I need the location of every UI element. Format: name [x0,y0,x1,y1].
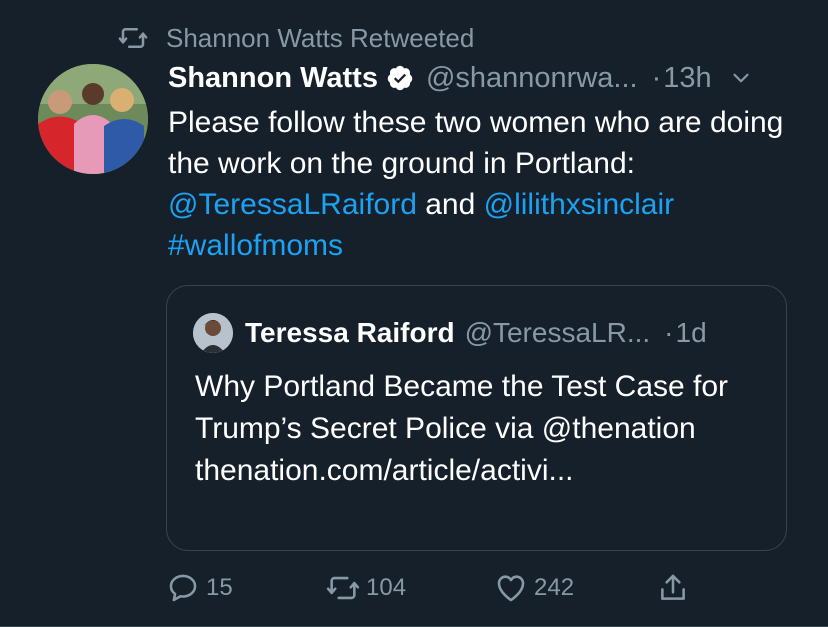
like-count: 242 [534,574,575,601]
quoted-author-name: Teressa Raiford [245,317,455,348]
author-name[interactable]: Shannon Watts [168,62,378,95]
tweet-text-part: Please follow these two women who are do… [168,106,784,180]
hashtag-link[interactable]: #wallofmoms [168,229,343,262]
quoted-avatar [193,313,233,353]
author-handle[interactable]: @shannonrwa... [426,62,638,95]
quoted-avatar-photo [193,313,233,353]
quoted-time-separator: · [664,317,674,348]
quoted-author-handle: @TeressaLR... [464,317,651,348]
retweet-context-text: Shannon Watts Retweeted [166,22,475,53]
tweet-text-part: and [416,188,484,221]
mention-link[interactable]: @lilithxsinclair [484,188,675,221]
avatar[interactable] [38,64,148,174]
tweet[interactable]: Shannon Watts Retweeted Shannon Watts @s… [0,0,828,627]
time-separator: · [651,61,662,94]
tweet-header: Shannon Watts @shannonrwa... · 13h [168,58,808,98]
retweet-count: 104 [366,574,407,601]
like-button[interactable]: 242 [494,571,574,605]
retweet-icon [118,28,148,48]
retweet-context: Shannon Watts Retweeted [118,22,474,54]
reply-count: 15 [206,574,233,601]
retweet-icon [326,576,360,600]
quoted-tweet[interactable]: Teressa Raiford @TeressaLR... · 1d Why P… [166,285,787,551]
share-icon [661,574,685,600]
heart-icon [497,575,525,602]
retweet-button[interactable]: 104 [326,571,406,605]
tweet-timestamp[interactable]: 13h [663,62,711,95]
quoted-tweet-text: Why Portland Became the Test Case for Tr… [195,370,729,487]
quoted-timestamp: 1d [675,317,707,348]
reply-icon [169,574,197,602]
quoted-tweet-header: Teressa Raiford @TeressaLR... · 1d [193,313,707,353]
verified-badge-icon [387,65,413,91]
share-button[interactable] [656,571,696,605]
chevron-down-icon[interactable] [728,65,754,91]
tweet-text: Please follow these two women who are do… [168,102,788,266]
mention-link[interactable]: @TeressaLRaiford [168,188,417,221]
avatar-photo [38,64,148,174]
reply-button[interactable]: 15 [166,571,233,605]
tweet-actions: 15 104 242 [166,566,706,610]
